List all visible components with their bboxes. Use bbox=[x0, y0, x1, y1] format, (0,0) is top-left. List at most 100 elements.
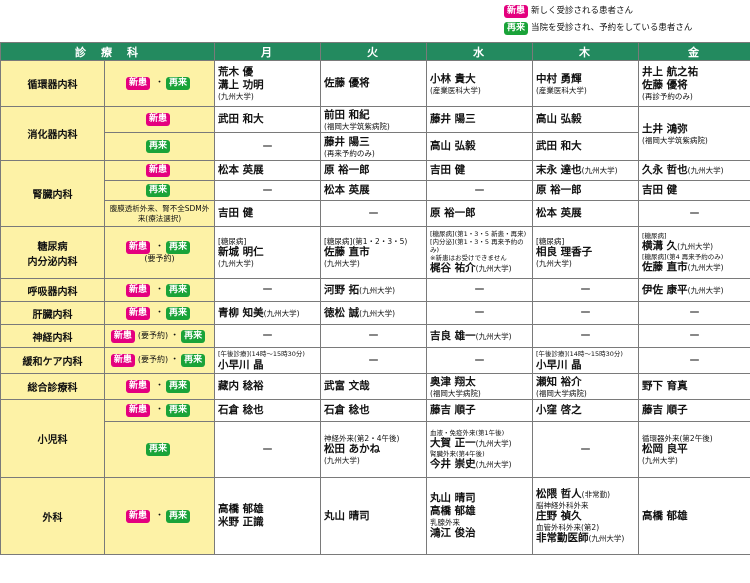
doctor-name: 相良 理香子 bbox=[536, 246, 593, 258]
cell-palliative-wed: ー bbox=[426, 347, 533, 374]
affiliation: (九州大学) bbox=[677, 241, 714, 251]
cell-diabetes-thu: [糖尿病] 相良 理香子 (九州大学) bbox=[532, 226, 639, 279]
clinic-type-label: 腹膜透析外来、腎不全SDM外来(療法選択) bbox=[109, 203, 210, 223]
type-liver: 新患・再来 bbox=[104, 301, 215, 325]
cell-surgery-tue: 丸山 晴司 bbox=[320, 477, 427, 555]
affiliation: (九州大学) bbox=[581, 166, 618, 175]
dept-renal: 腎臓内科 bbox=[0, 160, 105, 227]
doctor-name: 石倉 稔也 bbox=[218, 404, 264, 416]
doctor-name: 前田 和紀 bbox=[324, 108, 370, 121]
return-patient-tag: 再来 bbox=[166, 306, 191, 320]
separator-dot: ・ bbox=[154, 405, 164, 415]
cell-gastro-new-wed: 藤井 陽三 bbox=[426, 106, 533, 133]
new-patient-tag: 新患 bbox=[504, 5, 529, 18]
no-clinic-dash: ー bbox=[580, 329, 591, 342]
legend-new-row: 新患 新しく受診される患者さん bbox=[504, 3, 744, 20]
doctor-name: 伊佐 康平 bbox=[642, 283, 688, 296]
cell-renal-new-thu: 末永 達也(九州大学) bbox=[532, 160, 639, 181]
clinic-note: [糖尿病] bbox=[642, 231, 667, 240]
new-patient-tag: 新患 bbox=[110, 329, 135, 343]
row-gastro-new: 消化器内科 新患 武田 和大 前田 和紀 (福岡大学筑紫病院) 藤井 陽三 高山 … bbox=[0, 106, 750, 161]
separator-dot: ・ bbox=[170, 355, 180, 365]
cell-ped-re-wed: 血液・免疫外来(第1午後) 大賀 正一(九州大学) 腎臓外来(第4午後) 今井 … bbox=[426, 421, 533, 478]
return-patient-tag: 再来 bbox=[145, 140, 170, 153]
cell-surgery-fri: 高橋 郁雄 bbox=[638, 477, 750, 555]
type-gastro-new: 新患 bbox=[104, 106, 215, 133]
doctor-name: 鴻江 俊治 bbox=[430, 527, 476, 539]
cell-resp-wed: ー bbox=[426, 278, 533, 302]
cell-diabetes-mon: [糖尿病] 新城 明仁 (九州大学) bbox=[214, 226, 321, 279]
type-respiratory: 新患・再来 bbox=[104, 278, 215, 302]
doctor-name: 瀬知 裕介 bbox=[536, 375, 582, 388]
cell-liver-wed: ー bbox=[426, 301, 533, 325]
affiliation: (福岡大学病院) bbox=[536, 388, 587, 398]
type-gastro-return: 再来 bbox=[104, 132, 215, 161]
affiliation: (福岡大学筑紫病院) bbox=[642, 135, 708, 145]
new-patient-tag: 新患 bbox=[125, 283, 150, 297]
type-surgery: 新患・再来 bbox=[104, 477, 215, 555]
cell-renal-dia-tue: ー bbox=[320, 200, 427, 227]
legend: 新患 新しく受診される患者さん 再来 当院を受診され、予約をしている患者さん bbox=[504, 3, 744, 37]
dept-surgery: 外科 bbox=[0, 477, 105, 555]
cell-ped-re-thu: ー bbox=[532, 421, 639, 478]
doctor-name: 原 裕一郎 bbox=[430, 207, 476, 219]
doctor-name: 非常勤医師 bbox=[536, 531, 589, 544]
doctor-name: 吉田 健 bbox=[430, 164, 466, 176]
legend-return-row: 再来 当院を受診され、予約をしている患者さん bbox=[504, 20, 744, 37]
clinic-note: 神経外来(第2・4午後) bbox=[324, 434, 400, 443]
clinic-note: 腎臓外来(第4午後) bbox=[430, 449, 485, 458]
no-clinic-dash: ー bbox=[580, 283, 591, 296]
separator-dot: ・ bbox=[170, 330, 180, 341]
doctor-name: 吉田 健 bbox=[218, 207, 254, 219]
cell-gastro-new-thu: 高山 弘毅 bbox=[532, 106, 639, 133]
doctor-name: 徳松 誠 bbox=[324, 306, 360, 319]
no-clinic-dash: ー bbox=[474, 353, 485, 367]
schedule-table: 診 療 科 月 火 水 木 金 循環器内科 新患・再来 荒木 優 溝上 功明 (… bbox=[0, 42, 750, 555]
return-patient-tag: 再来 bbox=[166, 283, 191, 297]
affiliation: (九州大学) bbox=[687, 166, 724, 175]
cell-cardio-fri: 井上 航之祐 佐藤 優将 (再診予約のみ) bbox=[638, 60, 750, 107]
doctor-name: 原 裕一郎 bbox=[536, 184, 582, 196]
doctor-name: 吉良 雄一 bbox=[430, 329, 476, 342]
type-palliative: 新患 (要予約) ・再来 bbox=[104, 347, 215, 374]
separator-dot: ・ bbox=[154, 510, 164, 521]
affiliation: (産業医科大学) bbox=[430, 85, 481, 95]
row-gastro-return: 再来 ー 藤井 陽三 (再来予約のみ) 高山 弘毅 武田 和大 bbox=[1, 132, 750, 161]
doctor-name: 青柳 知美 bbox=[218, 306, 264, 319]
appointment-required-note: (要予約) bbox=[144, 254, 175, 263]
return-patient-tag: 再来 bbox=[504, 22, 529, 35]
cell-neuro-tue: ー bbox=[320, 324, 427, 348]
new-patient-tag: 新患 bbox=[125, 380, 150, 393]
new-patient-tag: 新患 bbox=[125, 241, 150, 254]
cell-general-wed: 奥津 翔太 (福岡大学病院) bbox=[426, 373, 533, 400]
cell-diabetes-wed: [糖尿病](第1・3・5 新患・再来) [内分泌](第1・3・5 再来予約のみ)… bbox=[426, 226, 533, 279]
doctor-name: 吉田 健 bbox=[642, 184, 678, 196]
clinic-note: 血液・免疫外来(第1午後) bbox=[430, 428, 505, 437]
type-renal-new: 新患 bbox=[104, 160, 215, 181]
doctor-name: 梶谷 祐介 bbox=[430, 262, 476, 274]
clinic-note: [糖尿病](第1・2・3・5) bbox=[324, 237, 408, 246]
cell-surgery-mon: 高橋 郁雄 米野 正識 bbox=[214, 477, 321, 555]
doctor-name: 松本 英展 bbox=[218, 164, 264, 176]
cell-diabetes-tue: [糖尿病](第1・2・3・5) 佐藤 直市 (九州大学) bbox=[320, 226, 427, 279]
type-general-medicine: 新患・再来 bbox=[104, 373, 215, 400]
type-pediatrics-new: 新患・再来 bbox=[104, 399, 215, 422]
cell-gastro-re-wed: 高山 弘毅 bbox=[426, 132, 533, 161]
doctor-name: 小林 貴大 bbox=[430, 72, 476, 85]
clinic-note: ※新患はお受けできません bbox=[430, 254, 507, 262]
clinic-note: [午後診療](14時～15時30分) bbox=[218, 349, 305, 358]
no-clinic-dash: ー bbox=[689, 329, 700, 342]
new-patient-tag: 新患 bbox=[145, 113, 170, 126]
affiliation: (再診予約のみ) bbox=[642, 92, 693, 101]
cell-gastro-re-thu: 武田 和大 bbox=[532, 132, 639, 161]
dept-name-line2: 内分泌内科 bbox=[27, 256, 78, 268]
cell-ped-re-tue: 神経外来(第2・4午後) 松田 あかね (九州大学) bbox=[320, 421, 427, 478]
new-patient-tag: 新患 bbox=[145, 164, 170, 177]
doctor-name: 野下 育真 bbox=[642, 380, 688, 392]
doctor-name: 武田 和大 bbox=[536, 140, 582, 152]
cell-cardio-thu: 中村 勇輝 (産業医科大学) bbox=[532, 60, 639, 107]
cell-resp-fri: 伊佐 康平(九州大学) bbox=[638, 278, 750, 302]
cell-renal-dia-fri: ー bbox=[638, 200, 750, 227]
new-patient-tag: 新患 bbox=[125, 77, 150, 90]
doctor-name: 溝上 功明 bbox=[218, 79, 264, 91]
